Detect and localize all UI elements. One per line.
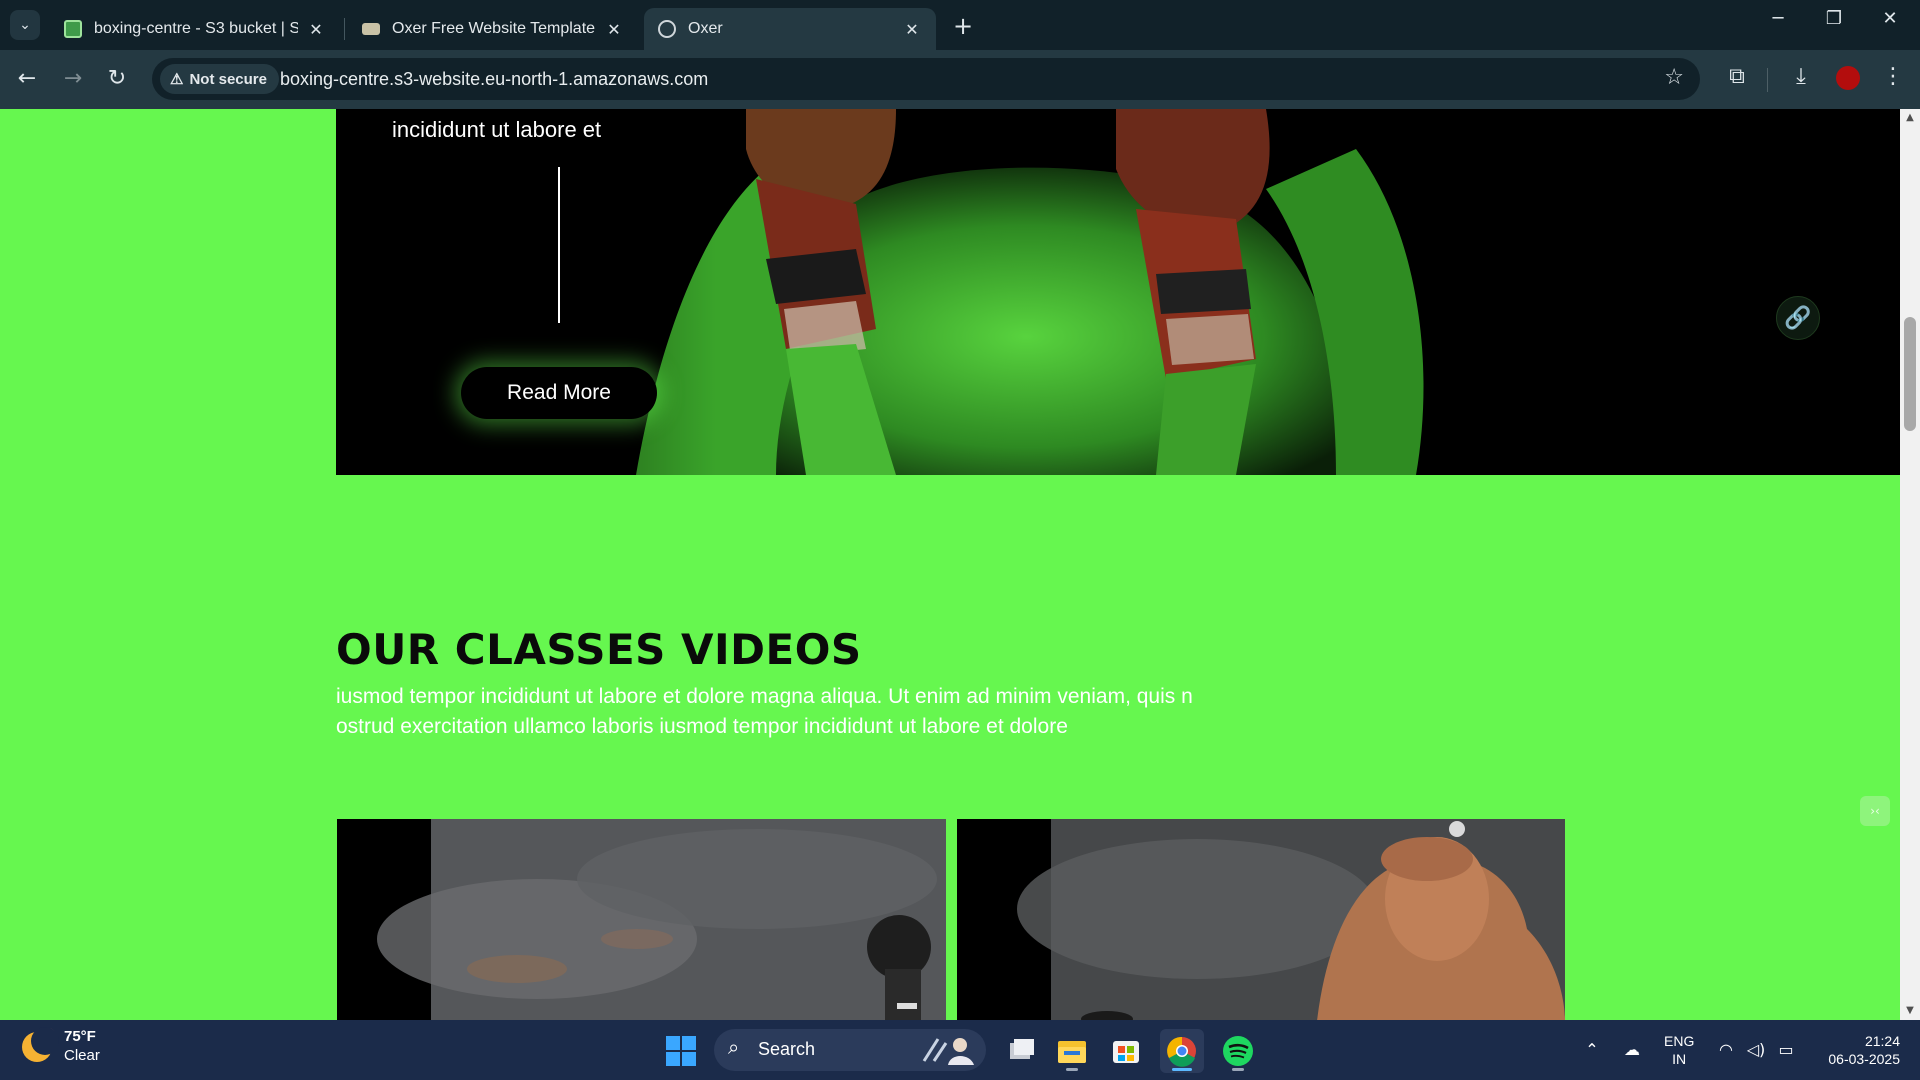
new-tab-button[interactable]: +: [950, 12, 976, 40]
clock-date: 06-03-2025: [1828, 1051, 1900, 1067]
tab-oxer[interactable]: Oxer ✕: [644, 8, 936, 50]
app-running-indicator: [1172, 1068, 1192, 1071]
search-label: Search: [758, 1039, 816, 1059]
close-window-icon[interactable]: ✕: [1870, 8, 1910, 29]
close-tab-icon[interactable]: ✕: [604, 20, 624, 39]
boxing-video-image-2: [957, 819, 1565, 1021]
scroll-up-arrow-icon[interactable]: ▲: [1900, 109, 1920, 127]
restore-icon[interactable]: ❐: [1814, 8, 1854, 29]
language-code: ENG: [1664, 1033, 1695, 1049]
clock-time: 21:24: [1864, 1033, 1900, 1049]
close-tab-icon[interactable]: ✕: [902, 20, 922, 39]
toolbar-separator: [1767, 68, 1768, 92]
class-video-thumbnail-2[interactable]: [957, 819, 1565, 1021]
close-tab-icon[interactable]: ✕: [306, 20, 326, 39]
language-indicator[interactable]: ENG IN: [1664, 1032, 1694, 1068]
tab-separator: [344, 18, 345, 40]
boxing-video-image-1: [337, 819, 946, 1021]
chrome-icon[interactable]: [1160, 1029, 1204, 1073]
file-explorer-icon[interactable]: [1050, 1029, 1094, 1073]
spotify-icon[interactable]: [1216, 1029, 1260, 1073]
template-card-icon: [362, 23, 380, 35]
weather-condition: Clear: [64, 1047, 100, 1064]
download-icon[interactable]: ⤓: [1786, 64, 1816, 89]
moon-weather-icon: 9+: [22, 1027, 59, 1062]
browser-toolbar: ← → ↻ ⚠ Not secure boxing-centre.s3-webs…: [0, 50, 1920, 109]
classes-section-title: OUR CLASSES VIDEOS: [336, 625, 862, 674]
tab-search-menu-button[interactable]: ⌄: [10, 10, 40, 40]
app-running-indicator: [1232, 1068, 1244, 1071]
url-text[interactable]: boxing-centre.s3-website.eu-north-1.amaz…: [280, 58, 708, 100]
windows-start-icon[interactable]: [666, 1036, 696, 1066]
globe-icon: [658, 20, 676, 38]
search-icon: ⌕: [728, 1037, 740, 1059]
weather-widget[interactable]: 9+ 75°F Clear: [22, 1027, 100, 1066]
class-video-thumbnail-1[interactable]: [337, 819, 946, 1021]
tab-s3-bucket[interactable]: boxing-centre - S3 bucket | S3 | ✕: [50, 8, 340, 50]
app-running-indicator: [1066, 1068, 1078, 1071]
security-label: Not secure: [189, 70, 267, 88]
onedrive-cloud-icon[interactable]: ☁: [1620, 1040, 1644, 1059]
scroll-down-arrow-icon[interactable]: ▼: [1900, 1002, 1920, 1020]
task-view-icon[interactable]: [1000, 1029, 1044, 1073]
forward-icon[interactable]: →: [58, 64, 88, 94]
s3-bucket-icon: [64, 20, 82, 38]
tab-oxer-template[interactable]: Oxer Free Website Template | Fr ✕: [348, 8, 638, 50]
volume-icon[interactable]: ◁): [1744, 1040, 1768, 1059]
read-more-button[interactable]: Read More: [461, 367, 657, 419]
hero-banner: incididunt ut labore et Read More 🔗: [336, 109, 1900, 475]
language-region: IN: [1672, 1051, 1687, 1067]
feedback-widget-icon[interactable]: ›‹: [1860, 796, 1890, 826]
back-icon[interactable]: ←: [12, 64, 42, 94]
hero-text-fragment: incididunt ut labore et: [392, 117, 602, 142]
search-highlight-illustration-icon: [922, 1038, 974, 1065]
tab-title: boxing-centre - S3 bucket | S3 |: [94, 20, 298, 37]
page-scrollbar[interactable]: ▲ ▼: [1900, 109, 1920, 1020]
windows-taskbar: 9+ 75°F Clear ⌕ Search ⌃ ☁ ENG IN ◠ ◁) ▭…: [0, 1020, 1920, 1080]
taskbar-search[interactable]: ⌕ Search: [714, 1029, 986, 1071]
battery-icon[interactable]: ▭: [1774, 1040, 1798, 1059]
scrollbar-thumb[interactable]: [1904, 317, 1916, 431]
clock[interactable]: 21:24 06-03-2025: [1818, 1032, 1900, 1068]
microsoft-store-icon[interactable]: [1104, 1029, 1148, 1073]
weather-badge: 9+: [38, 1028, 56, 1044]
weather-temperature: 75°F: [64, 1028, 96, 1045]
chevron-up-icon[interactable]: ⌃: [1580, 1040, 1604, 1059]
reload-icon[interactable]: ↻: [102, 64, 132, 94]
link-icon[interactable]: 🔗: [1776, 296, 1820, 340]
site-info-button[interactable]: ⚠ Not secure: [160, 64, 279, 94]
tab-title: Oxer: [688, 20, 723, 37]
extensions-icon[interactable]: ⧉: [1722, 64, 1752, 89]
address-bar[interactable]: ⚠ Not secure boxing-centre.s3-website.eu…: [152, 58, 1700, 100]
tab-title: Oxer Free Website Template | Fr: [392, 20, 596, 37]
wifi-icon[interactable]: ◠: [1714, 1040, 1738, 1059]
hero-divider-line: [558, 167, 560, 323]
menu-kebab-icon[interactable]: ⋮: [1878, 64, 1908, 89]
bookmark-star-icon[interactable]: ☆: [1664, 65, 1684, 90]
boxer-hero-image: [336, 109, 1900, 475]
tab-bar: ⌄ boxing-centre - S3 bucket | S3 | ✕ Oxe…: [0, 0, 1920, 50]
profile-avatar[interactable]: [1836, 66, 1860, 90]
classes-section-description: iusmod tempor incididunt ut labore et do…: [336, 685, 1193, 738]
minimize-icon[interactable]: ─: [1758, 8, 1798, 29]
warning-icon: ⚠: [170, 71, 184, 88]
